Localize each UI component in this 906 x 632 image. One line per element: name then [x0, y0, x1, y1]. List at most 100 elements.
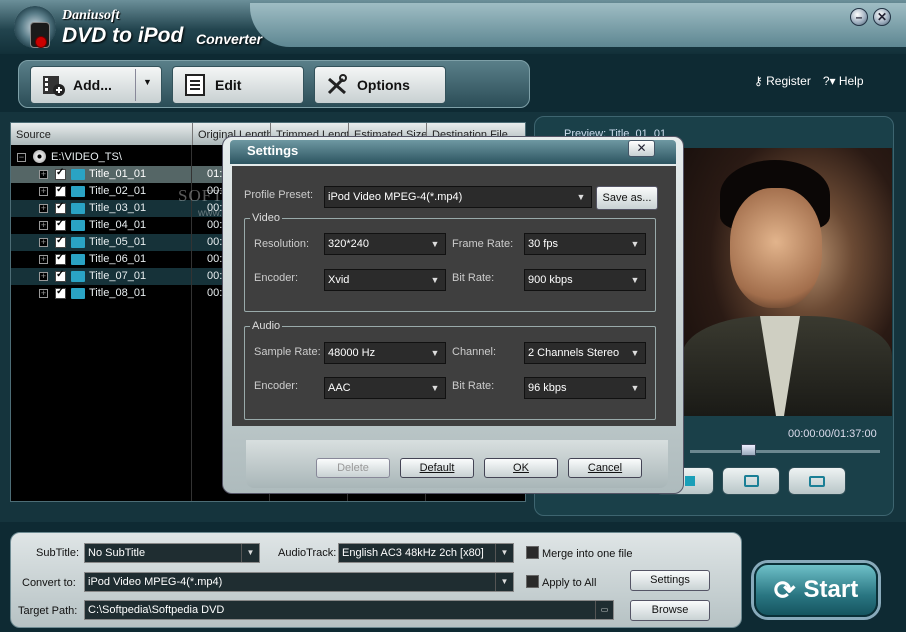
- target-path-label: Target Path:: [18, 605, 78, 617]
- item-title: Title_05_01: [89, 236, 147, 248]
- item-checkbox[interactable]: [55, 252, 66, 265]
- folder-icon: [71, 203, 85, 214]
- item-length: 00:: [207, 253, 223, 265]
- seek-slider-thumb[interactable]: [741, 444, 756, 456]
- open-snapshot-folder-button[interactable]: [788, 467, 846, 495]
- item-length: 00:: [207, 270, 223, 282]
- close-icon: ✕: [636, 141, 647, 155]
- audio-bitrate-value: 96 kbps: [528, 382, 567, 394]
- item-checkbox[interactable]: [55, 286, 66, 299]
- folder-open-icon[interactable]: ▭: [595, 601, 613, 619]
- audiotrack-label: AudioTrack:: [278, 547, 337, 559]
- merge-checkbox[interactable]: [526, 546, 539, 559]
- expand-icon[interactable]: +: [39, 170, 48, 179]
- ipod-logo-icon: [30, 22, 50, 48]
- folder-icon: [71, 271, 85, 282]
- options-button[interactable]: Options: [314, 66, 446, 104]
- target-path-value: C:\Softpedia\Softpedia DVD: [88, 604, 225, 616]
- collapse-icon[interactable]: −: [17, 153, 26, 162]
- target-path-input[interactable]: C:\Softpedia\Softpedia DVD ▭: [84, 600, 614, 620]
- expand-icon[interactable]: +: [39, 204, 48, 213]
- chevron-down-icon: ▼: [425, 343, 445, 363]
- expand-icon[interactable]: +: [39, 187, 48, 196]
- merge-label: Merge into one file: [542, 548, 633, 560]
- refresh-icon: ⟳: [773, 574, 796, 605]
- item-checkbox[interactable]: [55, 269, 66, 282]
- video-bitrate-label: Bit Rate:: [452, 272, 495, 284]
- video-encoder-value: Xvid: [328, 274, 350, 286]
- item-checkbox[interactable]: [55, 167, 66, 180]
- folder-icon: [71, 254, 85, 265]
- expand-icon[interactable]: +: [39, 255, 48, 264]
- register-link[interactable]: ⚷ Register: [754, 74, 811, 88]
- expand-icon[interactable]: +: [39, 221, 48, 230]
- audiotrack-select[interactable]: English AC3 48kHz 2ch [x80] ▼: [338, 543, 514, 563]
- video-bitrate-select[interactable]: 900 kbps ▼: [524, 269, 646, 291]
- convert-to-select[interactable]: iPod Video MPEG-4(*.mp4) ▼: [84, 572, 514, 592]
- folder-icon: [71, 186, 85, 197]
- item-length: 00:: [207, 219, 223, 231]
- chevron-down-icon: ▼: [625, 234, 645, 254]
- save-as-button[interactable]: Save as...: [596, 186, 658, 210]
- add-video-icon: [41, 73, 65, 97]
- item-title: Title_07_01: [89, 270, 147, 282]
- video-encoder-select[interactable]: Xvid ▼: [324, 269, 446, 291]
- apply-to-all-checkbox[interactable]: [526, 575, 539, 588]
- audiotrack-value: English AC3 48kHz 2ch [x80]: [342, 547, 484, 559]
- add-button[interactable]: Add... ▼: [30, 66, 162, 104]
- help-link[interactable]: ?▾ Help: [823, 74, 864, 88]
- seek-slider[interactable]: [690, 450, 880, 453]
- help-label: Help: [838, 74, 864, 88]
- browse-button[interactable]: Browse: [630, 600, 710, 621]
- item-checkbox[interactable]: [55, 201, 66, 214]
- start-button[interactable]: ⟳ Start: [754, 563, 878, 617]
- default-button[interactable]: Default: [400, 458, 474, 478]
- header-links: ⚷ Register ?▾ Help: [754, 74, 864, 88]
- item-checkbox[interactable]: [55, 218, 66, 231]
- channel-select[interactable]: 2 Channels Stereo ▼: [524, 342, 646, 364]
- dialog-close-button[interactable]: ✕: [628, 140, 655, 157]
- delete-button[interactable]: Delete: [316, 458, 390, 478]
- subtitle-value: No SubTitle: [88, 547, 146, 559]
- folder-icon: [71, 237, 85, 248]
- add-split-divider: [135, 69, 136, 101]
- settings-button[interactable]: Settings: [630, 570, 710, 591]
- chevron-down-icon: ▼: [495, 544, 513, 562]
- chevron-down-icon: ▼: [625, 378, 645, 398]
- dialog-title: Settings: [247, 143, 299, 158]
- audio-bitrate-select[interactable]: 96 kbps ▼: [524, 377, 646, 399]
- minimize-button[interactable]: –: [850, 8, 868, 26]
- audio-encoder-select[interactable]: AAC ▼: [324, 377, 446, 399]
- add-dropdown-icon[interactable]: ▼: [143, 77, 152, 87]
- register-label: Register: [766, 74, 811, 88]
- key-icon: ⚷: [754, 74, 767, 88]
- cancel-button[interactable]: Cancel: [568, 458, 642, 478]
- expand-icon[interactable]: +: [39, 272, 48, 281]
- ok-button[interactable]: OK: [484, 458, 558, 478]
- profile-preset-select[interactable]: iPod Video MPEG-4(*.mp4) ▼: [324, 186, 592, 208]
- item-checkbox[interactable]: [55, 235, 66, 248]
- item-checkbox[interactable]: [55, 184, 66, 197]
- column-header-source[interactable]: Source: [11, 123, 193, 145]
- close-button[interactable]: ✕: [873, 8, 891, 26]
- product-suffix: Converter: [196, 31, 263, 47]
- frame-rate-select[interactable]: 30 fps ▼: [524, 233, 646, 255]
- chevron-down-icon: ▼: [625, 270, 645, 290]
- resolution-select[interactable]: 320*240 ▼: [324, 233, 446, 255]
- snapshot-button[interactable]: [722, 467, 780, 495]
- audio-encoder-label: Encoder:: [254, 380, 299, 392]
- convert-to-label: Convert to:: [22, 577, 76, 589]
- resolution-label: Resolution:: [254, 238, 310, 250]
- audio-encoder-value: AAC: [328, 382, 351, 394]
- chevron-down-icon: ▼: [425, 234, 445, 254]
- brand-name: Daniusoft: [62, 8, 120, 23]
- disc-icon: [33, 150, 46, 163]
- edit-button[interactable]: Edit: [172, 66, 304, 104]
- expand-icon[interactable]: +: [39, 238, 48, 247]
- root-path: E:\VIDEO_TS\: [51, 151, 122, 163]
- preview-timecode: 00:00:00/01:37:00: [788, 428, 877, 440]
- expand-icon[interactable]: +: [39, 289, 48, 298]
- chevron-down-icon: ▼: [425, 378, 445, 398]
- sample-rate-select[interactable]: 48000 Hz ▼: [324, 342, 446, 364]
- subtitle-select[interactable]: No SubTitle ▼: [84, 543, 260, 563]
